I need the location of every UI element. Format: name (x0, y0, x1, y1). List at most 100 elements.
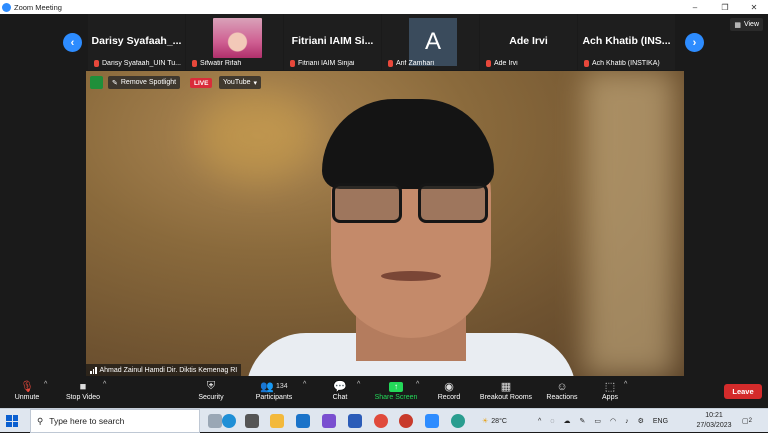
camera-icon[interactable] (245, 414, 259, 428)
view-label: View (743, 21, 759, 28)
view-button[interactable]: ▦ View (730, 18, 763, 31)
wifi-icon[interactable]: ◠ (610, 417, 616, 425)
search-icon: ⚲ (37, 415, 44, 426)
microphone-muted-icon: 🎙 (20, 381, 34, 393)
search-placeholder: Type here to search (49, 416, 125, 426)
notification-count: 2 (748, 418, 752, 424)
mic-muted-icon (94, 60, 99, 67)
caret-down-icon: ▾ (253, 79, 258, 87)
apps-icon: ⬚ (604, 381, 616, 393)
zoom-taskbar-icon[interactable] (425, 414, 439, 428)
participant-label: Fitriani IAIM Sinjai (298, 60, 355, 67)
participant-tile[interactable]: Ade Irvi Ade Irvi (480, 14, 577, 70)
chat-bubble-icon: 💬 (333, 381, 347, 393)
signal-bars-icon (90, 366, 97, 374)
share-screen-label: Share Screen (374, 394, 418, 401)
video-camera-icon: ■ (79, 380, 87, 393)
word-icon[interactable] (348, 414, 362, 428)
background-blur (584, 71, 674, 376)
window-titlebar: Zoom Meeting – ❐ ✕ (0, 0, 768, 14)
chevron-up-icon[interactable]: ^ (538, 418, 541, 425)
chat-options-caret[interactable]: ^ (357, 381, 360, 388)
participants-count: 134 (276, 383, 288, 390)
share-screen-icon: ↑ (389, 379, 403, 394)
gallery-next-button[interactable]: › (685, 33, 704, 52)
system-clock[interactable]: 10:21 27/03/2023 (692, 411, 736, 431)
notification-icon: ▢ (742, 418, 749, 425)
chevron-left-icon: ‹ (70, 36, 75, 49)
mail-icon[interactable] (296, 414, 310, 428)
apps-options-caret[interactable]: ^ (624, 381, 627, 388)
window-title: Zoom Meeting (14, 2, 62, 12)
system-tray: ^ ◌ ☁ ✎ ▭ ◠ ♪ ⚙ ENG (538, 409, 668, 433)
participant-label: Darisy Syafaah_UIN Tu... (102, 60, 181, 67)
participants-options-caret[interactable]: ^ (303, 381, 306, 388)
app-icon[interactable] (451, 414, 465, 428)
mic-muted-icon (290, 60, 295, 67)
remove-spotlight-label: Remove Spotlight (120, 79, 177, 86)
edge-icon[interactable] (222, 414, 236, 428)
windows-start-icon[interactable] (6, 415, 18, 427)
task-view-icon[interactable] (208, 414, 222, 428)
participant-big-name: Ach Khatib (INS... (582, 35, 671, 47)
gallery-prev-button[interactable]: ‹ (63, 33, 82, 52)
video-options-caret[interactable]: ^ (103, 381, 106, 388)
breakout-rooms-label: Breakout Rooms (479, 394, 533, 401)
mic-muted-icon (192, 60, 197, 67)
gallery-strip: ‹ Darisy Syafaah_... Darisy Syafaah_UIN … (0, 14, 768, 70)
participant-tile[interactable]: Fitriani IAIM Si... Fitriani IAIM Sinjai (284, 14, 381, 70)
remove-spotlight-button[interactable]: ✎ Remove Spotlight (108, 76, 181, 89)
language-indicator[interactable]: ENG (653, 418, 668, 425)
audio-options-caret[interactable]: ^ (44, 381, 47, 388)
chrome-icon[interactable] (374, 414, 388, 428)
participant-tile[interactable]: Sifwatir Rifah (186, 14, 283, 70)
youtube-label: YouTube (223, 79, 251, 86)
apps-button[interactable]: ⬚ Apps (577, 379, 643, 407)
leave-button[interactable]: Leave (724, 384, 762, 399)
cloud-icon[interactable]: ☁ (563, 417, 570, 425)
stop-video-label: Stop Video (65, 394, 101, 401)
record-label: Record (437, 394, 461, 401)
mic-muted-icon (584, 60, 589, 67)
notifications-button[interactable]: ▢ 2 (742, 409, 752, 433)
reactions-icon: ☺ (556, 380, 568, 393)
volume-icon[interactable]: ♪ (625, 418, 629, 425)
encryption-shield-icon[interactable] (90, 76, 103, 89)
file-explorer-icon[interactable] (270, 414, 284, 428)
tray-app-icon[interactable]: ◌ (550, 418, 554, 425)
minimize-button[interactable]: – (680, 0, 710, 14)
weather-widget[interactable]: ☀ 28°C (482, 409, 507, 433)
weather-temp: 28°C (491, 417, 507, 425)
settings-icon[interactable]: ⚙ (638, 417, 644, 425)
spotlight-video[interactable]: ✎ Remove Spotlight LIVE YouTube ▾ Ahmad … (86, 71, 684, 376)
battery-icon[interactable]: ▭ (594, 417, 601, 425)
reactions-label: Reactions (546, 394, 578, 401)
chat-label: Chat (332, 394, 348, 401)
shield-icon: ⛨ (206, 380, 216, 392)
weather-icon: ☀ (482, 418, 489, 425)
speaker-name-tag: Ahmad Zainul Hamdi Dir. Diktis Kemenag R… (86, 364, 242, 376)
participant-tile[interactable]: Darisy Syafaah_... Darisy Syafaah_UIN Tu… (88, 14, 185, 70)
pen-icon[interactable]: ✎ (579, 417, 585, 425)
close-button[interactable]: ✕ (739, 0, 768, 14)
apps-label: Apps (602, 394, 618, 401)
zoom-app-icon (2, 2, 11, 12)
participant-tile[interactable]: Ach Khatib (INS... Ach Khatib (INSTIKA) (578, 14, 675, 70)
powerpoint-icon[interactable] (399, 414, 413, 428)
participant-tile[interactable]: A Arif Zamhari (382, 14, 479, 70)
participants-button[interactable]: 👥 134 Participants (241, 379, 307, 407)
live-badge: LIVE (190, 78, 213, 88)
record-icon: ◉ (444, 381, 454, 393)
security-button[interactable]: ⛨ Security (178, 379, 244, 407)
participant-label: Sifwatir Rifah (200, 60, 242, 67)
clock-time: 10:21 (705, 412, 723, 419)
participant-photo (213, 18, 262, 58)
restore-button[interactable]: ❐ (710, 0, 740, 14)
participants-icon: 👥 134 (260, 381, 288, 393)
participants-label: Participants (255, 394, 293, 401)
app-icon[interactable] (322, 414, 336, 428)
taskbar-search-box[interactable]: ⚲ Type here to search (30, 409, 200, 433)
youtube-stream-dropdown[interactable]: YouTube ▾ (219, 76, 262, 89)
breakout-rooms-icon: ▦ (500, 381, 512, 393)
mic-muted-icon (486, 60, 491, 67)
